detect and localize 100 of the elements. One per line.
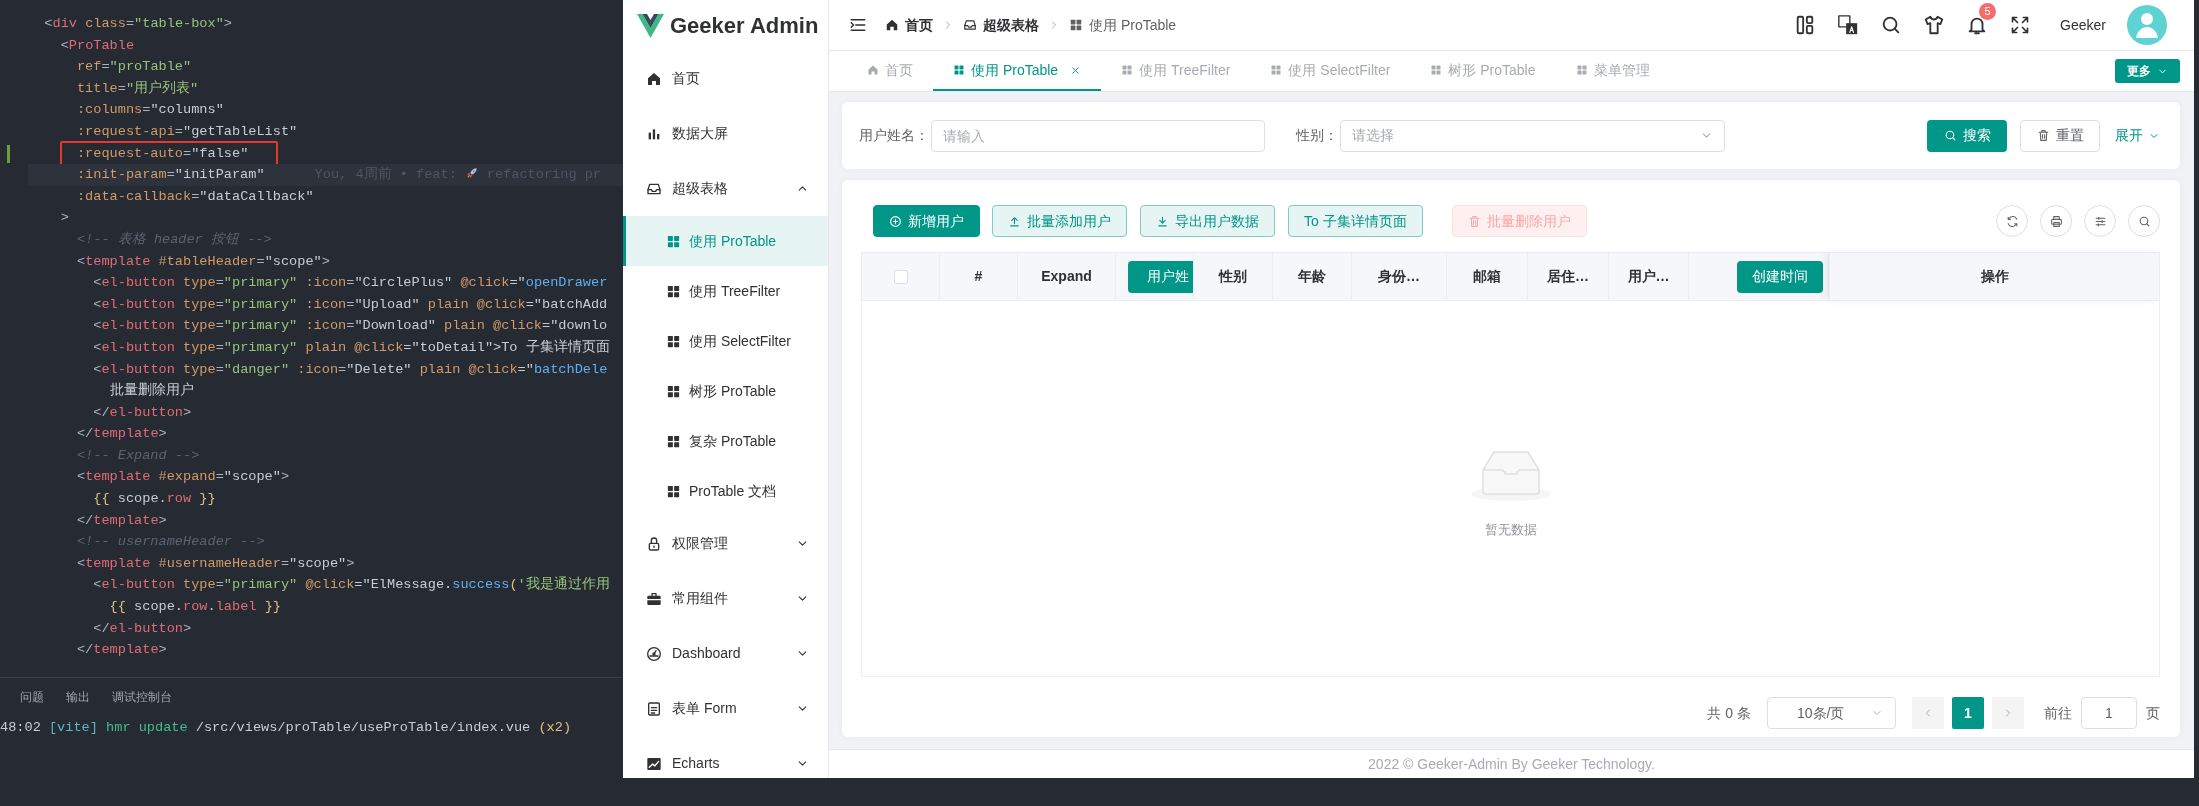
breadcrumb-link[interactable]: 使用 ProTable bbox=[1069, 14, 1177, 36]
sidebar-item[interactable]: Echarts bbox=[623, 736, 828, 778]
sidebar-item[interactable]: 超级表格 bbox=[623, 161, 828, 216]
breadcrumb-link[interactable]: 超级表格 bbox=[963, 14, 1039, 36]
code-line: <template #usernameHeader="scope"> bbox=[76, 555, 355, 571]
app-title: Geeker Admin bbox=[670, 12, 819, 40]
grid-icon bbox=[666, 233, 681, 249]
toolbar-button[interactable]: To 子集详情页面 bbox=[1288, 205, 1423, 237]
goto-label: 前往 bbox=[2044, 703, 2072, 723]
code-line: <el-button type="primary" @click="ElMessage.success('我是通过作用 bbox=[93, 577, 610, 593]
logo-icon bbox=[637, 13, 664, 38]
sidebar-subitem[interactable]: ProTable 文档 bbox=[623, 466, 828, 516]
panel-tab[interactable]: 输出 bbox=[66, 688, 90, 714]
code-line: </template> bbox=[76, 642, 167, 658]
header-button[interactable]: 用户姓 bbox=[1128, 260, 1193, 293]
code-line: </template> bbox=[76, 426, 167, 442]
toolbar-button[interactable]: 导出用户数据 bbox=[1140, 205, 1275, 237]
code-line: :data-callback="dataCallback" bbox=[76, 188, 314, 204]
sidebar-item[interactable]: 表单 Form bbox=[623, 681, 828, 736]
panel-tab[interactable]: 调试控制台 bbox=[112, 688, 172, 714]
search-button[interactable]: 搜索 bbox=[1927, 119, 2007, 152]
sidebar-subitem[interactable]: 使用 TreeFilter bbox=[623, 266, 828, 316]
sidebar-item[interactable]: 常用组件 bbox=[623, 571, 828, 626]
change-marker bbox=[7, 144, 10, 163]
breadcrumb-icon bbox=[1069, 18, 1083, 32]
grid-icon bbox=[1121, 64, 1134, 76]
sidebar-item-icon bbox=[646, 700, 662, 717]
sidebar-subitem[interactable]: 使用 SelectFilter bbox=[623, 316, 828, 366]
printer-icon bbox=[2049, 214, 2063, 228]
more-button[interactable]: 更多 bbox=[2115, 59, 2180, 83]
sidebar-subitem[interactable]: 复杂 ProTable bbox=[623, 416, 828, 466]
grid-icon bbox=[666, 333, 681, 349]
sidebar-subitem[interactable]: 使用 ProTable bbox=[623, 216, 828, 266]
terminal-line: 48:02 [vite] hmr update /src/views/proTable/useProTable/index.vue (x2) bbox=[0, 719, 573, 737]
toolbar-button[interactable]: 批量添加用户 bbox=[992, 205, 1127, 237]
shirt-button[interactable] bbox=[1923, 14, 1946, 36]
page-suffix: 页 bbox=[2146, 703, 2160, 723]
code-line: <template #tableHeader="scope"> bbox=[76, 253, 330, 269]
translate-icon bbox=[1837, 14, 1860, 36]
sidebar-item[interactable]: Dashboard bbox=[623, 626, 828, 681]
home-icon bbox=[867, 64, 879, 76]
sidebar-item-icon bbox=[646, 70, 662, 87]
user-name[interactable]: Geeker bbox=[2060, 14, 2106, 36]
fullscreen-icon bbox=[2010, 15, 2031, 35]
panel-tab[interactable]: 问题 bbox=[20, 688, 44, 714]
sidebar-item[interactable]: 数据大屏 bbox=[623, 106, 828, 161]
code-line: :request-auto="false" bbox=[76, 145, 249, 161]
code-line: :init-param="initParam" bbox=[76, 167, 265, 183]
avatar[interactable] bbox=[2127, 5, 2167, 45]
page-button[interactable]: 1 bbox=[1952, 697, 1984, 729]
code-line: </el-button> bbox=[93, 620, 192, 636]
header-button[interactable]: 创建时间 bbox=[1737, 260, 1823, 293]
code-line: <ProTable bbox=[60, 37, 135, 53]
breadcrumb-link[interactable]: 首页 bbox=[885, 14, 933, 36]
column-header: 用户… bbox=[1627, 267, 1670, 286]
download-icon bbox=[1156, 214, 1169, 228]
column-header: # bbox=[974, 267, 983, 286]
page-input[interactable]: 1 bbox=[2081, 697, 2137, 729]
search-icon bbox=[1943, 129, 1957, 142]
grid-icon bbox=[953, 64, 965, 76]
toolbar-button[interactable]: 新增用户 bbox=[873, 205, 980, 237]
sidebar-item-icon bbox=[646, 645, 662, 662]
column-header: 操作 bbox=[1980, 267, 2009, 286]
code-line: <!-- usernameHeader --> bbox=[76, 534, 265, 550]
sidebar-item-icon bbox=[646, 590, 662, 607]
breadcrumb-icon bbox=[963, 18, 977, 32]
column-header: Expand bbox=[1041, 267, 1092, 286]
tab[interactable]: 使用 ProTable bbox=[933, 51, 1102, 91]
code-line: <div class="table-box"> bbox=[44, 16, 232, 31]
close-icon bbox=[1070, 64, 1082, 76]
code-line: {{ scope.row }} bbox=[93, 491, 216, 507]
refresh-icon bbox=[2005, 214, 2019, 228]
total-count: 共 0 条 bbox=[1707, 703, 1751, 723]
sliders-icon bbox=[2093, 214, 2107, 228]
code-line: <!-- Expand --> bbox=[76, 447, 200, 463]
checkbox[interactable] bbox=[893, 269, 908, 284]
trash-icon bbox=[2036, 129, 2050, 142]
empty-text: 暂无数据 bbox=[1484, 520, 1537, 539]
input-field[interactable]: 请输入 bbox=[931, 119, 1265, 152]
code-line: <el-button type="primary" :icon="Download" plain @click="downlo bbox=[93, 318, 608, 334]
expand-link[interactable]: 展开 bbox=[2115, 125, 2160, 146]
page-size-select[interactable]: 10条/页 bbox=[1767, 697, 1896, 729]
translate-button[interactable] bbox=[1837, 14, 1860, 36]
sidebar-subitem[interactable]: 树形 ProTable bbox=[623, 366, 828, 416]
grid-icon bbox=[666, 433, 681, 449]
sidebar-item[interactable]: 首页 bbox=[623, 51, 828, 106]
selection-bar bbox=[623, 216, 626, 266]
code-line: {{ scope.row.label }} bbox=[109, 599, 281, 615]
reset-button[interactable]: 重置 bbox=[2020, 119, 2100, 152]
field-label: 用户姓名： bbox=[859, 126, 929, 145]
code-line: ref="proTable" bbox=[76, 59, 192, 75]
code-line: <template #expand="scope"> bbox=[76, 469, 290, 485]
sidebar-item[interactable]: 权限管理 bbox=[623, 516, 828, 571]
code-line: title="用户列表" bbox=[76, 80, 199, 96]
notification-badge: 5 bbox=[1979, 3, 1997, 20]
breadcrumb-icon bbox=[885, 18, 899, 32]
sidebar-item-icon bbox=[646, 535, 662, 552]
shirt-icon bbox=[1923, 14, 1946, 36]
menu-icon bbox=[849, 16, 867, 34]
upload-icon bbox=[1008, 214, 1021, 228]
